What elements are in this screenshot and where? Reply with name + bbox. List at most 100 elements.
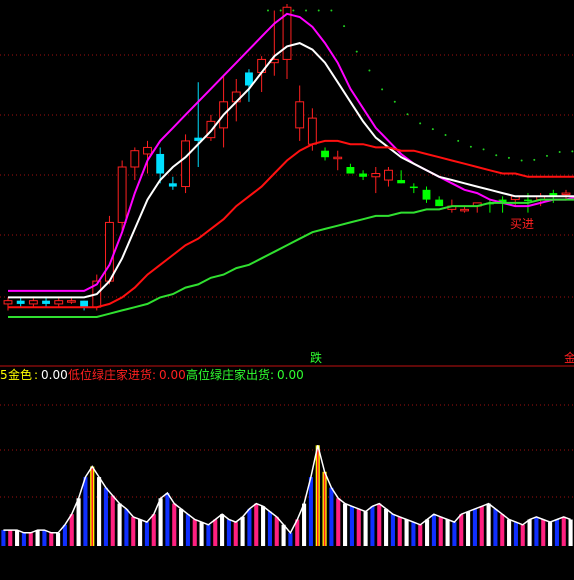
candle-body: [156, 153, 165, 174]
volume-bar: [377, 503, 382, 546]
volume-bar: [226, 519, 231, 546]
volume-bar: [192, 519, 197, 546]
volume-bar: [83, 477, 88, 546]
volume-bar: [527, 519, 532, 546]
volume-bar: [568, 519, 573, 546]
volume-bar: [247, 508, 252, 546]
candle-body: [168, 183, 177, 187]
volume-bar: [397, 516, 402, 546]
volume-bar: [384, 508, 389, 546]
trail-dot: [520, 159, 523, 162]
volume-bar: [513, 522, 518, 546]
trail-dot: [457, 139, 460, 142]
volume-bar: [15, 530, 20, 546]
volume-bar: [479, 506, 484, 546]
trail-dot: [571, 150, 574, 153]
volume-bar: [117, 503, 122, 546]
candle-body: [460, 208, 469, 212]
candle-body: [130, 150, 140, 168]
candle-body: [66, 300, 76, 303]
indicator-value-gold: 0.00: [41, 368, 68, 382]
volume-bar: [220, 514, 225, 546]
buy-signal-label: 买进: [510, 217, 534, 231]
volume-bar: [158, 498, 163, 546]
candle-body: [42, 300, 50, 304]
trail-dot: [419, 122, 422, 125]
volume-bar: [28, 532, 33, 546]
indicator-value-low-green: 0.00: [159, 368, 186, 382]
candle-body: [346, 167, 355, 174]
volume-bar: [21, 532, 26, 546]
volume-bar: [172, 503, 177, 546]
candle-body: [371, 173, 381, 178]
volume-bar: [267, 511, 272, 546]
indicator-label-high-green: 高位绿庄家出货: [186, 367, 270, 382]
volume-bar: [151, 514, 156, 546]
volume-bar: [97, 477, 102, 546]
trail-dot: [495, 154, 498, 157]
volume-bar: [431, 514, 436, 546]
volume-bar: [165, 493, 170, 546]
volume-bar: [281, 524, 286, 546]
volume-bar: [103, 487, 108, 546]
volume-bar: [261, 506, 266, 546]
indicator-partial-char: 5: [0, 368, 8, 382]
volume-bar: [288, 532, 293, 546]
volume-bar-core: [91, 466, 94, 546]
trail-dot: [545, 154, 548, 157]
indicator-label-gold: 金色: [8, 367, 32, 382]
candle-body: [561, 192, 571, 196]
volume-bar: [336, 498, 341, 546]
trail-dot: [558, 151, 561, 154]
candle-body: [54, 300, 64, 305]
trail-dot: [406, 113, 409, 116]
trail-dot: [266, 9, 269, 12]
candle-body: [245, 72, 253, 86]
volume-bar: [363, 511, 368, 546]
candle-body: [359, 173, 368, 177]
volume-bar: [548, 522, 553, 546]
volume-bar: [308, 477, 313, 546]
volume-bar: [1, 530, 6, 546]
indicator-label-low-green: 低位绿庄家进货: [68, 367, 152, 382]
volume-bar: [42, 530, 47, 546]
candle-body: [105, 221, 114, 282]
candle-body: [28, 300, 38, 305]
candle-body: [333, 156, 343, 160]
trail-dot: [482, 148, 485, 151]
volume-bar: [425, 519, 430, 546]
volume-bar: [185, 514, 190, 546]
trail-dot: [368, 69, 371, 72]
volume-bar: [356, 508, 361, 546]
trail-dot: [355, 50, 358, 53]
volume-bar: [343, 503, 348, 546]
indicator-sep-2: :: [270, 368, 274, 382]
volume-bar: [404, 519, 409, 546]
volume-bar: [459, 514, 464, 546]
volume-bar: [452, 522, 457, 546]
volume-bar-core: [316, 445, 319, 546]
candle-body: [524, 199, 532, 202]
volume-bar: [486, 503, 491, 546]
candle-body: [295, 101, 305, 129]
trail-dot: [393, 100, 396, 103]
volume-bar: [124, 508, 129, 546]
volume-bar: [206, 524, 211, 546]
volume-bar: [213, 519, 218, 546]
volume-bar: [274, 516, 279, 546]
trail-dot: [507, 156, 510, 159]
volume-bar: [534, 516, 539, 546]
indicator-value-high-green: 0.00: [277, 368, 304, 382]
trail-dot: [292, 9, 295, 12]
stock-chart: 跌 买进 金 5 金色 : 0.00 低位绿庄家进货 : 0.00 高位绿庄家出…: [0, 0, 574, 580]
candle-body: [422, 189, 431, 200]
trail-dot: [330, 9, 333, 12]
volume-bar: [233, 522, 238, 546]
volume-bar: [554, 519, 559, 546]
trail-dot: [343, 25, 346, 28]
indicator-sep-0: :: [34, 368, 38, 382]
volume-bar: [240, 516, 245, 546]
volume-bar: [199, 522, 204, 546]
volume-bar: [179, 508, 184, 546]
volume-bar: [138, 519, 143, 546]
